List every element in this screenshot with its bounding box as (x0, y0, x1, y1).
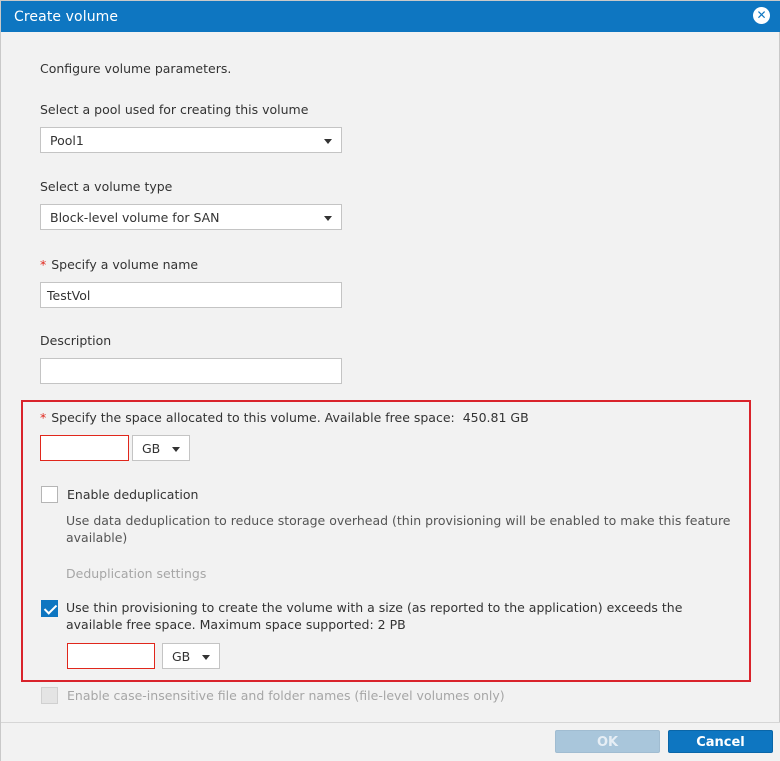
case-insensitive-label: Enable case-insensitive file and folder … (67, 688, 505, 703)
space-size-input[interactable] (40, 435, 129, 461)
dedup-settings-link[interactable]: Deduplication settings (66, 566, 206, 581)
description-input[interactable] (40, 358, 342, 384)
space-unit-select[interactable]: GB (132, 435, 190, 461)
thin-unit-select[interactable]: GB (162, 643, 220, 669)
volume-name-input[interactable]: TestVol (40, 282, 342, 308)
chevron-down-icon (172, 447, 180, 452)
dialog-footer: OK Cancel (1, 722, 780, 761)
cancel-button[interactable]: Cancel (668, 730, 773, 753)
thin-provisioning-label: Use thin provisioning to create the volu… (66, 600, 683, 632)
dedup-label: Enable deduplication (67, 487, 199, 502)
ok-button[interactable]: OK (555, 730, 660, 753)
case-insensitive-checkbox[interactable] (41, 687, 58, 704)
create-volume-dialog: Create volume ✕ Configure volume paramet… (0, 0, 780, 761)
space-label-text: Specify the space allocated to this volu… (51, 410, 455, 425)
volume-type-value: Block-level volume for SAN (50, 210, 220, 225)
required-mark: * (40, 257, 47, 272)
chevron-down-icon (324, 216, 332, 221)
pool-select-value: Pool1 (50, 133, 84, 148)
space-unit-value: GB (142, 441, 161, 456)
dedup-description: Use data deduplication to reduce storage… (66, 513, 731, 545)
volume-type-select[interactable]: Block-level volume for SAN (40, 204, 342, 230)
dedup-checkbox[interactable] (41, 486, 58, 503)
space-label: * Specify the space allocated to this vol… (40, 410, 529, 425)
thin-provisioning-checkbox[interactable] (41, 600, 58, 617)
required-mark: * (40, 410, 47, 425)
chevron-down-icon (202, 655, 210, 660)
chevron-down-icon (324, 139, 332, 144)
dialog-title: Create volume (14, 9, 119, 25)
thin-size-input[interactable] (67, 643, 155, 669)
volume-name-label-text: Specify a volume name (51, 257, 199, 272)
close-icon[interactable]: ✕ (753, 7, 770, 24)
thin-unit-value: GB (172, 649, 191, 664)
pool-label: Select a pool used for creating this vol… (40, 102, 309, 117)
volume-type-label: Select a volume type (40, 179, 173, 194)
description-label: Description (40, 333, 112, 348)
pool-select[interactable]: Pool1 (40, 127, 342, 153)
free-space-value: 450.81 GB (462, 410, 529, 425)
dialog-titlebar: Create volume ✕ (1, 1, 780, 32)
intro-text: Configure volume parameters. (40, 61, 232, 76)
volume-name-label: * Specify a volume name (40, 257, 198, 272)
